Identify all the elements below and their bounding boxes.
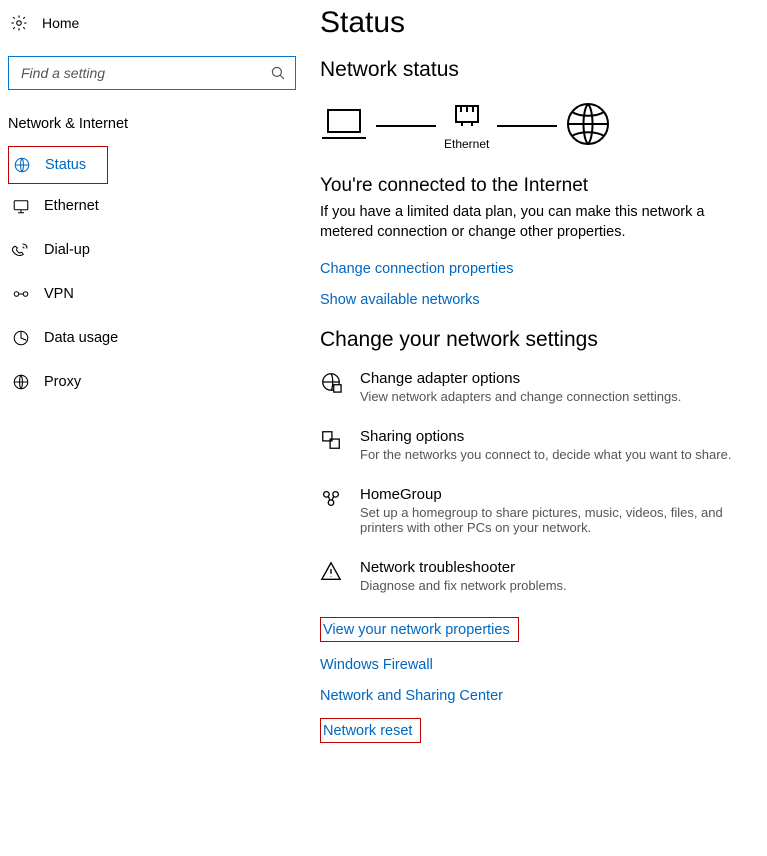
adapter-icon <box>320 371 342 393</box>
category-label: Network & Internet <box>8 116 320 132</box>
globe-icon <box>12 373 30 391</box>
warning-icon <box>320 560 342 582</box>
page-title: Status <box>320 6 767 40</box>
globe-large-icon <box>565 101 611 150</box>
section-change-settings-title: Change your network settings <box>320 328 767 352</box>
adapter-label: Ethernet <box>444 137 489 151</box>
row-title: HomeGroup <box>360 486 760 503</box>
sidebar-item-label: Data usage <box>44 330 118 346</box>
connection-line <box>376 125 436 127</box>
section-network-status-title: Network status <box>320 58 767 82</box>
sidebar-item-proxy[interactable]: Proxy <box>8 360 320 404</box>
link-network-reset[interactable]: Network reset <box>323 723 412 739</box>
monitor-icon <box>12 197 30 215</box>
globe-icon <box>13 156 31 174</box>
row-title: Sharing options <box>360 428 731 445</box>
home-nav[interactable]: Home <box>8 8 320 38</box>
home-label: Home <box>42 15 79 31</box>
row-title: Change adapter options <box>360 370 681 387</box>
sidebar-item-ethernet[interactable]: Ethernet <box>8 184 320 228</box>
row-homegroup[interactable]: HomeGroup Set up a homegroup to share pi… <box>320 486 767 535</box>
sidebar-item-label: Ethernet <box>44 198 99 214</box>
sidebar-item-label: Dial-up <box>44 242 90 258</box>
row-desc: For the networks you connect to, decide … <box>360 447 731 462</box>
link-show-available-networks[interactable]: Show available networks <box>320 292 480 308</box>
link-view-network-properties[interactable]: View your network properties <box>323 622 510 638</box>
laptop-icon <box>320 104 368 147</box>
connection-line <box>497 125 557 127</box>
link-windows-firewall[interactable]: Windows Firewall <box>320 657 433 673</box>
network-diagram: Ethernet <box>320 100 767 151</box>
row-desc: View network adapters and change connect… <box>360 389 681 404</box>
sidebar-item-label: VPN <box>44 286 74 302</box>
row-change-adapter-options[interactable]: Change adapter options View network adap… <box>320 370 767 404</box>
gear-icon <box>10 14 28 32</box>
connection-body: If you have a limited data plan, you can… <box>320 203 730 242</box>
sharing-icon <box>320 429 342 451</box>
row-sharing-options[interactable]: Sharing options For the networks you con… <box>320 428 767 462</box>
sidebar-item-vpn[interactable]: VPN <box>8 272 320 316</box>
sidebar-item-status[interactable]: Status <box>8 146 108 184</box>
vpn-icon <box>12 285 30 303</box>
ethernet-adapter-icon <box>452 117 482 133</box>
homegroup-icon <box>320 487 342 509</box>
link-change-connection-properties[interactable]: Change connection properties <box>320 261 513 277</box>
sidebar-item-label: Proxy <box>44 374 81 390</box>
row-troubleshooter[interactable]: Network troubleshooter Diagnose and fix … <box>320 559 767 593</box>
row-desc: Set up a homegroup to share pictures, mu… <box>360 505 760 535</box>
sidebar-item-dialup[interactable]: Dial-up <box>8 228 320 272</box>
data-usage-icon <box>12 329 30 347</box>
row-title: Network troubleshooter <box>360 559 567 576</box>
search-input-wrap[interactable] <box>8 56 296 90</box>
phone-icon <box>12 241 30 259</box>
sidebar-item-label: Status <box>45 157 86 173</box>
search-input[interactable] <box>19 64 269 82</box>
row-desc: Diagnose and fix network problems. <box>360 578 567 593</box>
search-icon <box>269 64 287 82</box>
connection-headline: You're connected to the Internet <box>320 175 767 197</box>
link-network-sharing-center[interactable]: Network and Sharing Center <box>320 688 503 704</box>
sidebar-item-datausage[interactable]: Data usage <box>8 316 320 360</box>
